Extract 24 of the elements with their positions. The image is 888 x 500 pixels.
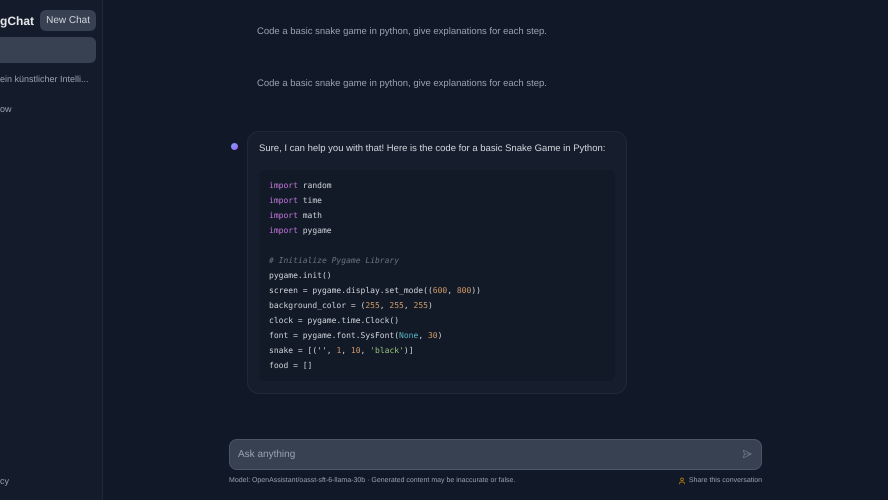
code-line: # Initialize Pygame Library [269,255,400,268]
sidebar-link[interactable]: cy [0,474,102,488]
assistant-message: Sure, I can help you with that! Here is the code for a basic Snake Game in Python: [259,142,606,156]
person-icon [678,476,686,485]
app-title: gChat [0,12,34,30]
conversation-item[interactable]: ein künstlicher Intelli... [0,67,96,93]
conversation-item[interactable]: ow [0,97,96,123]
code-line: import pygame [269,225,333,238]
user-message: Code a basic snake game in python, give explanations for each step. [257,25,548,39]
new-chat-button[interactable]: New Chat [40,10,96,31]
user-message: Code a basic snake game in python, give explanations for each step. [257,77,548,91]
code-line: clock = pygame.time.Clock() [269,315,400,328]
code-line: background_color = (255, 255, 255) [269,300,434,312]
code-line: import random [269,180,333,192]
code-line: snake = [('', 1, 10, 'black')] [269,345,415,358]
assistant-avatar-icon [231,143,238,150]
code-line: import time [269,195,323,208]
message-input[interactable]: Ask anything [229,438,762,470]
send-icon[interactable] [742,448,752,458]
code-line: import math [269,210,323,222]
code-line: food = [] [269,360,314,372]
code-line: font = pygame.font.SysFont(None, 30) [269,330,444,342]
code-line: pygame.init() [269,270,333,282]
code-line: screen = pygame.display.set_mode((600, 800)) [269,285,482,298]
